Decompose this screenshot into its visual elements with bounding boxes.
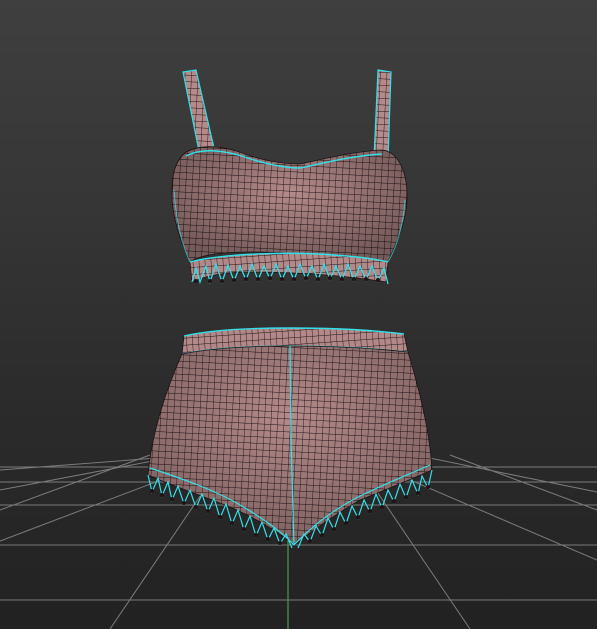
left-strap[interactable] (182, 69, 215, 157)
shorts-bottom-mesh[interactable] (147, 327, 433, 549)
viewport-canvas[interactable] (0, 0, 597, 629)
bra-top-mesh[interactable] (171, 69, 408, 285)
right-strap[interactable] (373, 69, 392, 161)
3d-viewport[interactable] (0, 0, 597, 629)
